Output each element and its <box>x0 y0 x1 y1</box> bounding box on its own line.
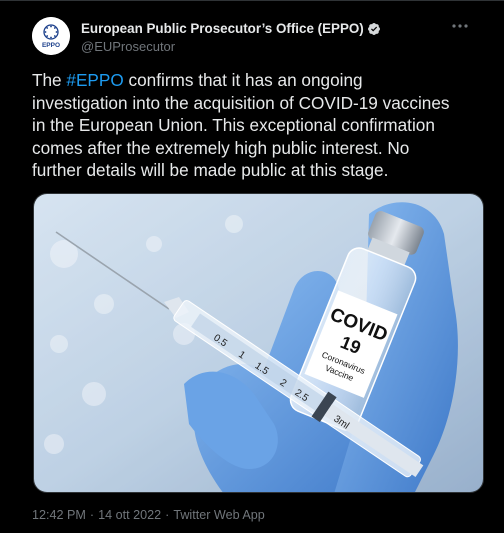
author-info: European Public Prosecutor’s Office (EPP… <box>81 20 474 54</box>
top-divider <box>0 0 504 1</box>
tweet-card: EPPO European Public Prosecutor’s Office… <box>0 0 504 533</box>
tweet-line: investigation into the acquisition of CO… <box>32 92 450 113</box>
tweet-line: further details will be made public at t… <box>32 160 389 181</box>
tweet-line: in the European Union. This exceptional … <box>32 115 435 136</box>
author-display-name[interactable]: European Public Prosecutor’s Office (EPP… <box>81 21 364 36</box>
author-handle[interactable]: @EUProsecutor <box>81 39 474 54</box>
tweet-source[interactable]: Twitter Web App <box>173 508 264 522</box>
vaccine-photo: COVID 19 Coronavirus Vaccine 0.5 1 1.5 2… <box>34 194 483 492</box>
verified-badge-icon <box>367 22 381 36</box>
tweet-metadata: 12:42 PM · 14 ott 2022 · Twitter Web App <box>32 508 265 522</box>
tweet-time[interactable]: 12:42 PM <box>32 508 86 522</box>
tweet-text: The #EPPO confirms that it has an ongoin… <box>32 69 484 182</box>
eppo-logo-icon: EPPO <box>32 17 70 55</box>
tweet-media-image[interactable]: COVID 19 Coronavirus Vaccine 0.5 1 1.5 2… <box>33 193 484 493</box>
svg-text:EPPO: EPPO <box>42 42 60 49</box>
meta-separator: · <box>89 508 95 522</box>
hashtag-link[interactable]: #EPPO <box>66 70 123 90</box>
tweet-date[interactable]: 14 ott 2022 <box>98 508 161 522</box>
meta-separator: · <box>165 508 170 522</box>
more-options-icon[interactable] <box>450 18 470 34</box>
tweet-line: comes after the extremely high public in… <box>32 137 410 158</box>
avatar[interactable]: EPPO <box>32 17 70 55</box>
tweet-line: The #EPPO confirms that it has an ongoin… <box>32 70 363 90</box>
